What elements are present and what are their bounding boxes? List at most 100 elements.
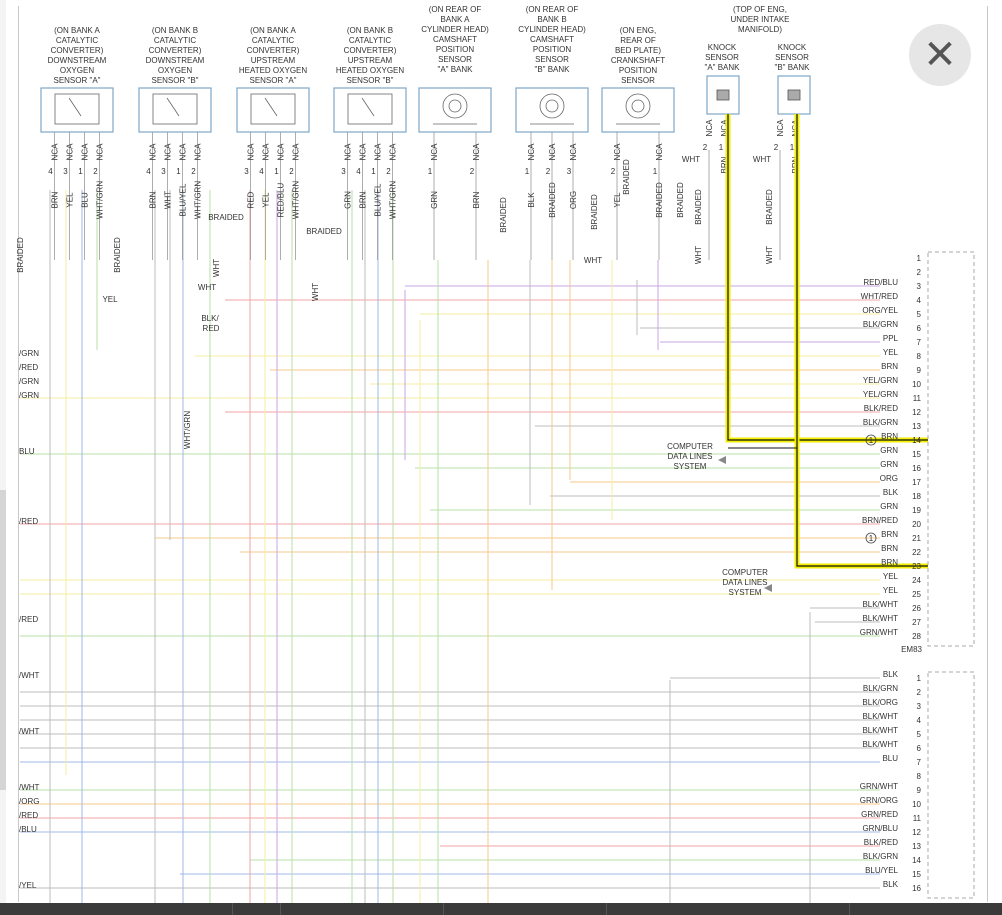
left-edge-wire-label: /WHT: [19, 727, 40, 736]
sensor-label-line: CAMSHAFT: [530, 35, 574, 44]
sensor-label-line: CYLINDER HEAD): [421, 25, 489, 34]
pin-number: 1: [719, 143, 724, 152]
connector-pin-number: 15: [912, 450, 921, 459]
pin-nca: NCA: [374, 143, 383, 161]
pin-wire-color: ORG: [569, 191, 578, 209]
toolbar-more-icon[interactable]: [850, 903, 1002, 915]
connector-wire-label: YEL: [883, 586, 899, 595]
computer-data-lines-label: COMPUTER: [722, 568, 768, 577]
wire-wht: WHT: [694, 246, 703, 264]
connector-pin-number: 23: [912, 562, 921, 571]
toolbar-pan-icon[interactable]: [281, 903, 444, 915]
sensor-label-line: CATALYTIC: [154, 36, 196, 45]
sensor-label-line: UPSTREAM: [251, 56, 296, 65]
connector-wire-label: YEL: [883, 572, 899, 581]
close-button[interactable]: ✕: [909, 24, 971, 86]
pin-wire-color: YEL: [262, 192, 271, 208]
connector-pin-number: 25: [912, 590, 921, 599]
close-icon: ✕: [923, 32, 957, 78]
connector-wire-label: BRN: [881, 432, 898, 441]
connector-wire-label: BRN: [881, 544, 898, 553]
sensor-label-line: (ON BANK B: [152, 26, 198, 35]
sensor-label-line: CAMSHAFT: [433, 35, 477, 44]
pin-wire-color: BRN: [472, 191, 481, 208]
connector-pin-number: 6: [917, 744, 922, 753]
connector-pin-number: 21: [912, 534, 921, 543]
knock-header: (TOP OF ENG,: [733, 5, 787, 14]
pin-number: 2: [93, 167, 98, 176]
sensor-label-line: OXYGEN: [60, 66, 94, 75]
connector-wire-label: BLK: [883, 670, 899, 679]
pin-nca: NCA: [527, 143, 536, 161]
knock-element: [787, 89, 801, 101]
connector-pin-number: 14: [912, 856, 921, 865]
connector-pin-number: 13: [912, 422, 921, 431]
pin-nca: NCA: [548, 143, 557, 161]
sensor-s2: (ON BANK BCATALYTICCONVERTER)DOWNSTREAMO…: [138, 26, 212, 260]
pin-nca: NCA: [179, 143, 188, 161]
computer-data-lines-label: SYSTEM: [729, 588, 762, 597]
left-edge-wire-label: /GRN: [19, 377, 39, 386]
pin-wire-color: BRAIDED: [655, 182, 664, 218]
pin-wire-color: WHT/GRN: [194, 181, 203, 219]
sensor-label-line: SENSOR: [438, 55, 472, 64]
pin-wire-color: YEL: [613, 192, 622, 208]
connector-pin-number: 8: [917, 772, 922, 781]
connector-wire-label: GRN: [880, 502, 898, 511]
left-edge-wire-label: /WHT: [19, 783, 40, 792]
connector-wire-label: GRN: [880, 460, 898, 469]
pin-wire-color: BLK: [527, 192, 536, 208]
connector-wire-label: BRN: [881, 530, 898, 539]
sensor-label-line: POSITION: [436, 45, 474, 54]
connector-pin-number: 12: [912, 828, 921, 837]
connector-wire-label: BRN/RED: [862, 516, 898, 525]
sensor-label-line: CYLINDER HEAD): [518, 25, 586, 34]
pin-wire-color: BRN: [359, 191, 368, 208]
connector-wire-label: ORG/YEL: [862, 306, 898, 315]
connector-wire-label: GRN/RED: [861, 810, 898, 819]
pin-number: 3: [341, 167, 346, 176]
wire-wht: WHT: [682, 155, 700, 164]
toolbar-segment: [0, 903, 233, 915]
left-edge-wire-label: /BLU: [19, 825, 37, 834]
computer-data-lines-label: SYSTEM: [674, 462, 707, 471]
sensor-label-line: BANK B: [537, 15, 566, 24]
connector-pin-number: 19: [912, 506, 921, 515]
connector-pin-number: 5: [917, 310, 922, 319]
connector-pin-number: 10: [912, 800, 921, 809]
connector-pin-number: 7: [917, 758, 922, 767]
misc-labels: BRAIDED BRAIDED BRAIDED BRAIDED BRAIDED BRAID…: [16, 159, 877, 597]
pin-nca: NCA: [96, 143, 105, 161]
connector-wire-label: BLK/ORG: [862, 698, 898, 707]
pin-wire-color: GRN: [344, 191, 353, 209]
wire-braided: BRAIDED: [765, 189, 774, 225]
connector-pin-number: 2: [917, 268, 922, 277]
pin-nca: NCA: [569, 143, 578, 161]
sensor-label-line: "A" BANK: [437, 65, 473, 74]
sensor-s4: (ON BANK BCATALYTICCONVERTER)UPSTREAMHEA…: [333, 26, 407, 260]
connector-wire-label: BLK/WHT: [862, 726, 898, 735]
computer-data-lines-label: DATA LINES: [722, 578, 767, 587]
wht-label: WHT: [584, 256, 602, 265]
toolbar-zoom-icon[interactable]: [233, 903, 281, 915]
sensor-label-line: SENSOR: [535, 55, 569, 64]
sensor-label-line: "B" BANK: [534, 65, 570, 74]
sensor-s3: (ON BANK ACATALYTICCONVERTER)UPSTREAMHEA…: [236, 26, 310, 260]
toolbar-tools-icon[interactable]: [607, 903, 850, 915]
connector-pin-number: 26: [912, 604, 921, 613]
sensor-label-line: OXYGEN: [158, 66, 192, 75]
pin-nca: NCA: [149, 143, 158, 161]
braided-label: BRAIDED: [16, 237, 25, 273]
toolbar-page-icon[interactable]: [444, 903, 607, 915]
pin-number: 4: [146, 167, 151, 176]
sensor-label-line: SENSOR: [621, 76, 655, 85]
connector-wire-label: BLK/RED: [864, 404, 898, 413]
connector-pin-number: 11: [913, 394, 922, 403]
sensor-s7: (ON ENG,REAR OFBED PLATE)CRANKSHAFTPOSIT…: [601, 26, 675, 260]
connector-wire-label: GRN/WHT: [860, 782, 898, 791]
wire-wht: WHT: [753, 155, 771, 164]
pin-nca: NCA: [66, 143, 75, 161]
connector-pin-number: 3: [917, 702, 922, 711]
connector-wire-label: GRN/BLU: [862, 824, 898, 833]
sensor-label-line: SENSOR "B": [151, 76, 198, 85]
